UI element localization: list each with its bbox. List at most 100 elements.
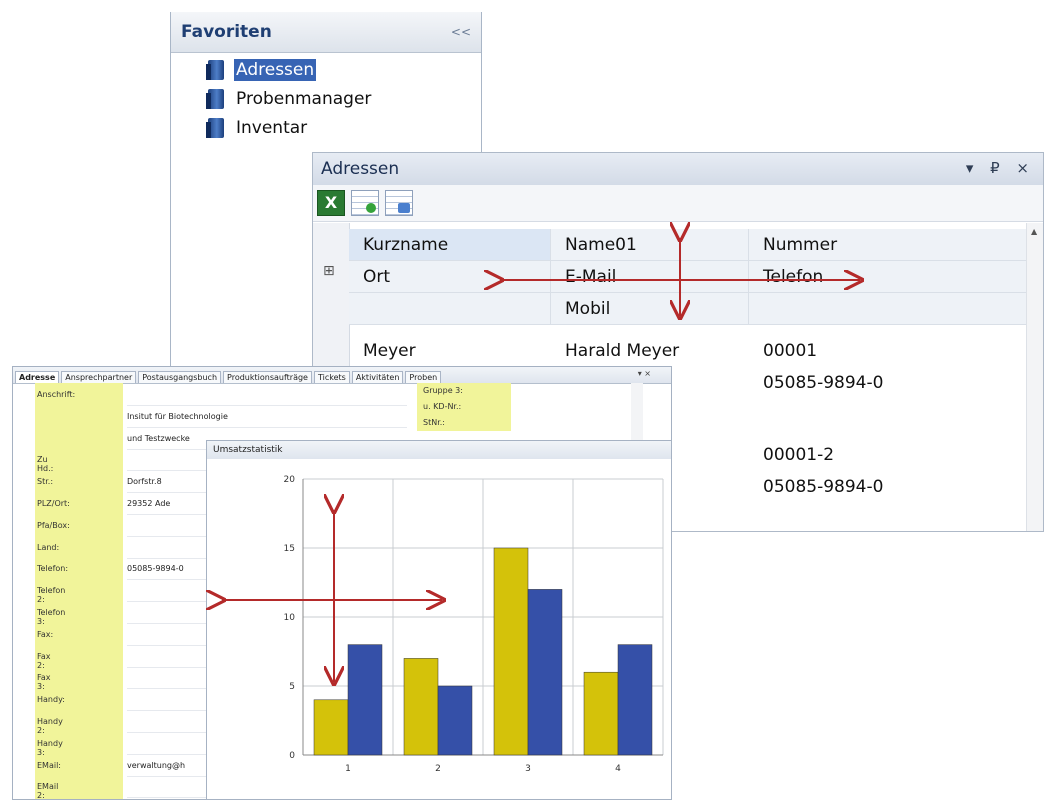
- favorites-title: Favoriten: [181, 22, 272, 42]
- bar: [493, 547, 529, 756]
- field-value[interactable]: [127, 777, 217, 799]
- field-value[interactable]: [127, 625, 217, 646]
- column-header-mobil[interactable]: Mobil: [551, 293, 749, 325]
- field-value[interactable]: [127, 603, 217, 624]
- tab-proben[interactable]: Proben: [405, 371, 442, 383]
- field-value[interactable]: [127, 385, 407, 406]
- field-value[interactable]: [127, 516, 217, 537]
- field-value[interactable]: [127, 712, 217, 733]
- column-header-ort[interactable]: Ort: [349, 261, 551, 293]
- collapse-icon[interactable]: <<: [451, 25, 471, 39]
- tab-tickets[interactable]: Tickets: [313, 371, 350, 383]
- field-value[interactable]: [127, 734, 217, 755]
- addresses-toolbar: X: [313, 185, 1043, 222]
- cell-kurzname[interactable]: Meyer: [349, 335, 551, 367]
- excel-export-button[interactable]: X: [317, 190, 345, 216]
- x-tick-label: 3: [525, 764, 531, 774]
- field-label: Handy 3:: [37, 738, 63, 757]
- addresses-vertical-scrollbar[interactable]: ▲: [1026, 223, 1043, 531]
- favorites-item-label: Probenmanager: [236, 88, 372, 109]
- field-value[interactable]: 05085-9894-0: [127, 559, 217, 581]
- bar: [313, 699, 349, 756]
- field-label: StNr.:: [423, 418, 445, 427]
- field-label: Telefon 3:: [37, 608, 66, 626]
- favorites-header: Favoriten <<: [171, 12, 481, 53]
- field-value[interactable]: [127, 450, 217, 472]
- column-header-telefon[interactable]: Telefon: [749, 261, 1027, 293]
- field-value[interactable]: 29352 Ade: [127, 494, 217, 515]
- field-label: Gruppe 3:: [423, 386, 463, 395]
- field-label: Handy 2:: [37, 717, 63, 735]
- column-header-nummer[interactable]: Nummer: [749, 229, 1027, 261]
- bar: [437, 685, 473, 756]
- cell-name01[interactable]: Harald Meyer: [551, 335, 749, 367]
- field-value[interactable]: [127, 538, 217, 559]
- y-tick-label: 10: [284, 613, 296, 623]
- addresses-title: Adressen: [321, 159, 400, 179]
- cell-telefon[interactable]: 05085-9894-0: [749, 471, 1027, 503]
- field-value[interactable]: [127, 581, 217, 603]
- tab-adresse[interactable]: Adresse: [15, 371, 60, 383]
- bar: [527, 589, 563, 756]
- chart-window: Umsatzstatistik 0 5 10 15 20 1 2 3 4: [206, 440, 672, 800]
- column-header-kurzname[interactable]: Kurzname: [349, 229, 551, 261]
- cell-nummer[interactable]: 00001: [749, 335, 1027, 367]
- favorites-item-label: Adressen: [234, 58, 317, 81]
- tab-produktionsauftraege[interactable]: Produktionsaufträge: [223, 371, 312, 383]
- field-value[interactable]: [127, 690, 217, 712]
- detail-vertical-scrollbar[interactable]: [631, 383, 643, 443]
- y-tick-label: 15: [284, 544, 295, 554]
- bar: [583, 671, 619, 756]
- scroll-up-icon[interactable]: ▲: [1031, 227, 1037, 236]
- book-icon: [206, 116, 226, 140]
- field-value[interactable]: Insitut für Biotechnologie: [127, 407, 407, 428]
- column-header-name01[interactable]: Name01: [551, 229, 749, 261]
- y-tick-label: 0: [289, 751, 295, 761]
- tab-ansprechpartner[interactable]: Ansprechpartner: [61, 371, 137, 383]
- cell-telefon[interactable]: 05085-9894-0: [749, 367, 1027, 399]
- field-value[interactable]: Dorfstr.8: [127, 472, 217, 494]
- favorites-item-inventar[interactable]: Inventar: [171, 113, 481, 142]
- field-label: EMail 2:: [37, 782, 59, 800]
- column-header-empty: [349, 293, 551, 325]
- field-label: PLZ/Ort:: [37, 499, 70, 508]
- bar-chart: 0 5 10 15 20 1 2 3 4: [207, 459, 671, 799]
- field-label: u. KD-Nr.:: [423, 402, 462, 411]
- field-value[interactable]: verwaltung@h: [127, 756, 217, 777]
- column-header-empty: [749, 293, 1027, 325]
- cell-nummer[interactable]: 00001-2: [749, 439, 1027, 471]
- x-tick-label: 1: [345, 764, 351, 774]
- field-label: Handy:: [37, 695, 65, 705]
- field-label: Anschrift:: [37, 390, 76, 399]
- row-selector-icon[interactable]: ⊞: [323, 263, 335, 279]
- field-label: Telefon 2:: [37, 586, 66, 605]
- grid-check-button[interactable]: [351, 190, 379, 216]
- favorites-item-probenmanager[interactable]: Probenmanager: [171, 84, 481, 113]
- x-tick-label: 4: [615, 764, 621, 774]
- book-icon: [206, 87, 226, 111]
- bar: [403, 658, 439, 756]
- favorites-list: Adressen Probenmanager Inventar: [171, 53, 481, 142]
- x-tick-label: 2: [435, 764, 441, 774]
- y-tick-label: 5: [289, 682, 295, 692]
- layout-icon: [398, 203, 410, 213]
- field-label: EMail:: [37, 760, 61, 770]
- field-label: Land:: [37, 542, 60, 552]
- field-label: Fax 2:: [37, 651, 51, 670]
- field-label: Pfa/Box:: [37, 520, 70, 530]
- field-value[interactable]: [127, 647, 217, 668]
- book-icon: [206, 58, 226, 82]
- grid-layout-button[interactable]: [385, 190, 413, 216]
- field-label: Zu Hd.:: [37, 455, 54, 474]
- y-tick-label: 20: [284, 475, 296, 485]
- field-label: Str.:: [37, 477, 54, 487]
- pin-close-icon[interactable]: ▾ ×: [638, 369, 651, 378]
- field-label: Telefon:: [37, 564, 69, 574]
- favorites-item-adressen[interactable]: Adressen: [171, 55, 481, 84]
- column-header-email[interactable]: E-Mail: [551, 261, 749, 293]
- field-value[interactable]: [127, 668, 217, 690]
- field-label: Fax 3:: [37, 673, 51, 692]
- tab-aktivitaeten[interactable]: Aktivitäten: [351, 371, 404, 383]
- tab-postausgangsbuch[interactable]: Postausgangsbuch: [138, 371, 222, 383]
- window-controls[interactable]: ▾ ₽ ×: [966, 159, 1035, 177]
